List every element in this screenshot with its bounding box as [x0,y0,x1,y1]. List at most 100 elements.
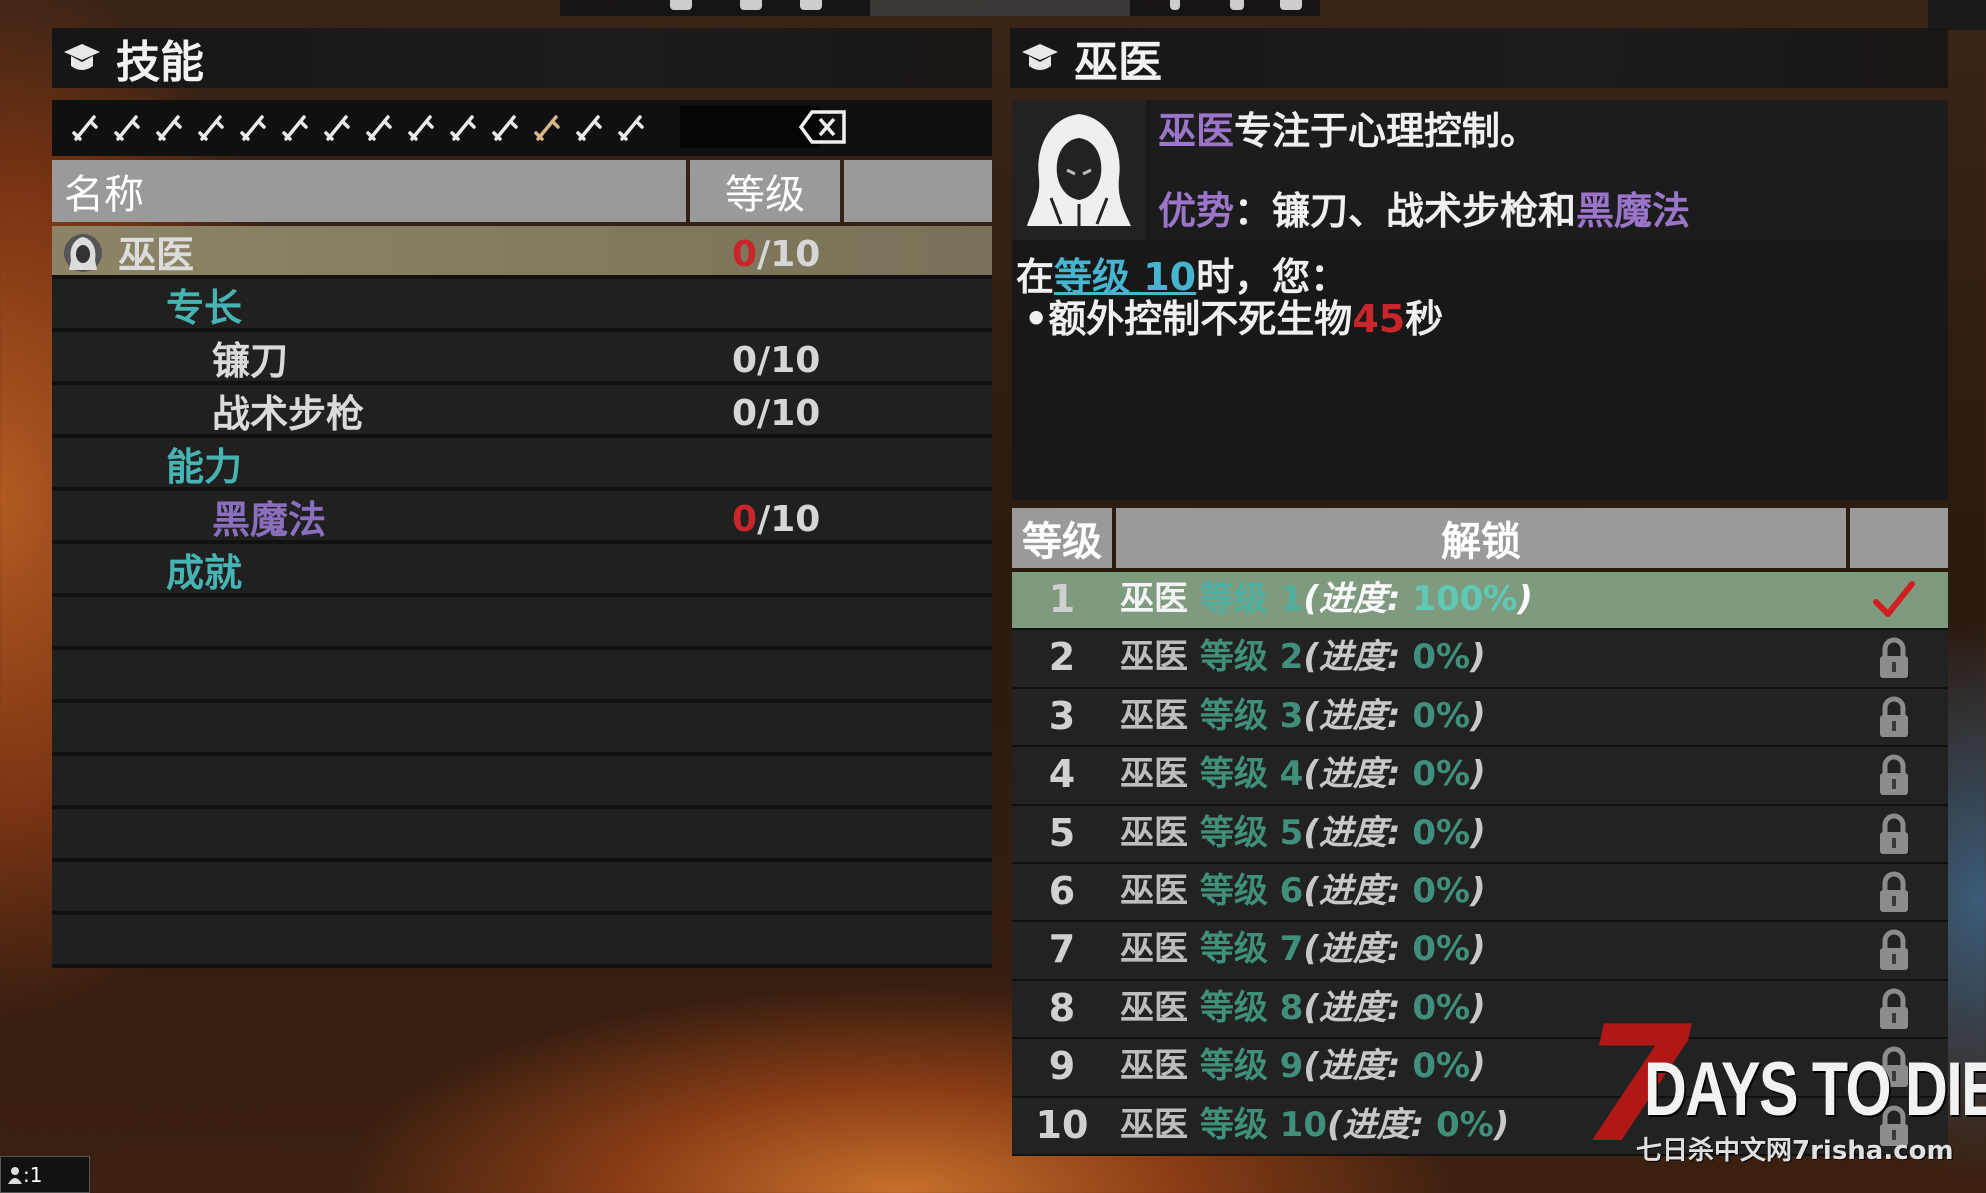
unlock-progress-close: ) [1470,637,1486,678]
unlock-progress-close: ) [1470,695,1486,736]
bow-icon[interactable] [236,111,270,145]
sub-skill-row[interactable]: 黑魔法 0/10 [52,491,992,544]
fist-icon[interactable] [194,111,228,145]
hammer-icon[interactable] [110,111,144,145]
unlock-level-label: 等级 9 [1199,1046,1304,1087]
unlock-row[interactable]: 1 巫医 等级 1(进度: 100%) [1012,572,1948,631]
unlock-skill-name: 巫医 [1120,695,1188,736]
unlock-level-label: 等级 10 [1199,1104,1327,1145]
unlock-skill-name: 巫医 [1120,812,1188,853]
tab-icon[interactable] [1170,0,1180,10]
unlock-progress-label: (进度: [1303,812,1413,853]
player-count-badge: :1 [0,1156,90,1193]
level-current: 0 [732,234,758,275]
column-level[interactable]: 等级 [690,160,840,222]
pipe-icon[interactable] [278,111,312,145]
skills-table-header: 名称 等级 [52,160,992,222]
tab-skills-active[interactable] [870,0,1130,16]
wrench-icon[interactable] [446,111,480,145]
knife-icon[interactable] [320,111,354,145]
unlock-skill-name: 巫医 [1120,579,1188,619]
unlock-row[interactable]: 3 巫医 等级 3(进度: 0%) [1012,688,1948,748]
witch-doctor-portrait [1012,100,1146,240]
column-unlock: 解锁 [1116,508,1846,568]
unlock-progress-label: (进度: [1303,579,1413,619]
tab-icon[interactable] [1280,0,1302,10]
sub-skill-level: 0/10 [732,393,821,434]
lock-icon [1880,929,1908,971]
unlock-skill-name: 巫医 [1120,1104,1188,1145]
strength-magic: 黑魔法 [1576,189,1691,233]
unlock-progress-close: ) [1470,871,1486,911]
skills-panel-header: 技能 [52,28,992,88]
unlock-table-header: 等级 解锁 [1012,508,1948,568]
player-icon [8,1166,22,1184]
unlock-level-number: 4 [1048,752,1076,797]
graduation-cap-icon [64,44,100,70]
empty-row [52,862,992,915]
sub-skill-row[interactable]: 战术步枪 0/10 [52,385,992,438]
unlock-row[interactable]: 4 巫医 等级 4(进度: 0%) [1012,747,1948,806]
unlock-row[interactable]: 6 巫医 等级 6(进度: 0%) [1012,864,1948,923]
unlock-progress-close: ) [1470,1046,1486,1087]
lock-icon [1880,813,1908,854]
empty-row [52,597,992,650]
empty-row [52,809,992,862]
strength-label: 优势 [1158,189,1235,233]
unlock-level-number: 9 [1048,1044,1076,1089]
unlock-text: 巫医 等级 8(进度: 0%) [1120,981,1486,1035]
blade-icon[interactable] [572,111,606,145]
shield-icon[interactable] [152,111,186,145]
empty-row [52,650,992,703]
category-row[interactable]: 成就 [52,544,992,597]
needle-icon[interactable] [68,111,102,145]
category-row[interactable]: 能力 [52,438,992,491]
corner-panel [1928,0,1986,30]
crossed-swords-icon[interactable] [404,111,438,145]
sub-skill-label: 镰刀 [212,339,289,383]
unlock-level-number: 6 [1048,869,1076,913]
column-name[interactable]: 名称 [52,160,686,222]
unlock-row[interactable]: 5 巫医 等级 5(进度: 0%) [1012,805,1948,864]
unlock-text: 巫医 等级 9(进度: 0%) [1120,1039,1486,1093]
unlock-skill-name: 巫医 [1120,871,1188,911]
unlock-text: 巫医 等级 7(进度: 0%) [1120,922,1486,976]
unlock-level-number: 1 [1048,577,1076,621]
tool-icon[interactable] [488,111,522,145]
tab-icon[interactable] [1230,0,1244,10]
skill-description-text: 专注于心理控制。 [1234,109,1539,153]
unlock-text: 巫医 等级 10(进度: 0%) [1120,1098,1509,1152]
level-bonus: •额外控制不死生物45秒 [1024,288,1443,343]
hood-icon[interactable] [530,111,564,145]
clear-search-icon[interactable] [798,108,848,146]
unlock-level-label: 等级 1 [1199,579,1304,619]
tab-icon[interactable] [740,0,762,10]
unlock-row[interactable]: 7 巫医 等级 7(进度: 0%) [1012,922,1948,981]
player-count: :1 [23,1162,43,1187]
empty-row [52,703,992,756]
unlock-row[interactable]: 2 巫医 等级 2(进度: 0%) [1012,630,1948,689]
level-max: /10 [757,234,821,275]
level-current: 0 [732,499,758,540]
claw-icon[interactable] [362,111,396,145]
unlock-level-number: 8 [1048,985,1076,1030]
skill-strengths: 优势：镰刀、战术步枪和黑魔法 [1158,180,1690,235]
skill-row-selected[interactable]: 巫医 0/10 [52,226,992,279]
logo-site-text: 七日杀中文网7risha.com [1636,1136,1954,1166]
unlock-level-label: 等级 7 [1199,929,1304,970]
unlock-level-number: 10 [1035,1102,1089,1147]
skill-detail-header: 巫医 [1010,28,1948,88]
trident-icon[interactable] [614,111,648,145]
column-extra [844,160,992,222]
unlock-level-label: 等级 6 [1199,871,1304,911]
checkmark-icon [1873,581,1915,617]
unlock-progress-value: 0% [1412,637,1471,678]
category-row[interactable]: 专长 [52,279,992,332]
skill-row-level: 0/10 [732,226,820,284]
tab-icon[interactable] [800,0,822,10]
unlock-progress-label: (进度: [1303,871,1413,911]
unlock-progress-close: ) [1517,579,1533,619]
unlock-level-label: 等级 4 [1199,754,1304,795]
tab-icon[interactable] [670,0,692,10]
sub-skill-row[interactable]: 镰刀 0/10 [52,332,992,385]
